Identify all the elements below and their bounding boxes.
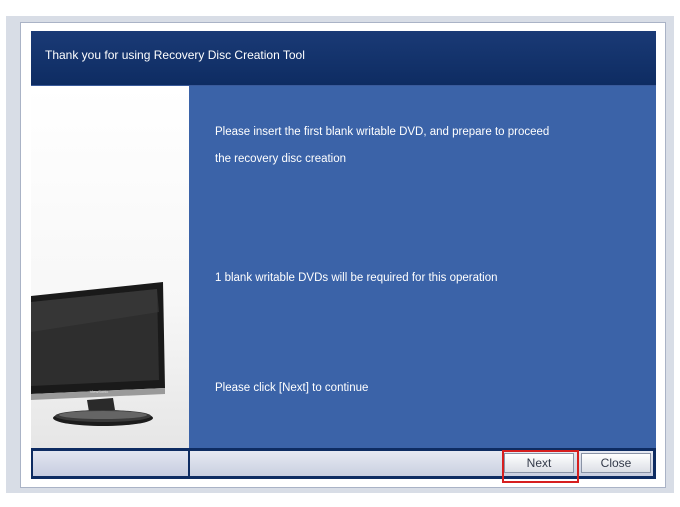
title-bar: Thank you for using Recovery Disc Creati… <box>31 31 656 86</box>
dialog-frame: Thank you for using Recovery Disc Creati… <box>31 31 656 479</box>
instruction-line-1: Please insert the first blank writable D… <box>215 126 550 138</box>
screen: Thank you for using Recovery Disc Creati… <box>0 0 680 507</box>
content-panel: Please insert the first blank writable D… <box>189 86 656 448</box>
dialog-title: Thank you for using Recovery Disc Creati… <box>45 48 305 62</box>
next-button-highlight <box>502 450 579 483</box>
footer-left-panel <box>33 451 188 476</box>
dialog-body: ViewSonic Please insert the first blank … <box>31 86 656 448</box>
footer-right-panel: Next Close <box>190 451 653 476</box>
dvd-requirement-text: 1 blank writable DVDs will be required f… <box>215 272 498 284</box>
continue-instruction: Please click [Next] to continue <box>215 382 369 394</box>
monitor-illustration: ViewSonic <box>31 282 165 426</box>
instruction-line-2: the recovery disc creation <box>215 153 347 165</box>
side-panel: ViewSonic <box>31 86 190 448</box>
brand-label: ViewSonic <box>90 389 109 394</box>
recovery-dialog: Thank you for using Recovery Disc Creati… <box>20 22 666 488</box>
close-button[interactable]: Close <box>581 453 651 473</box>
